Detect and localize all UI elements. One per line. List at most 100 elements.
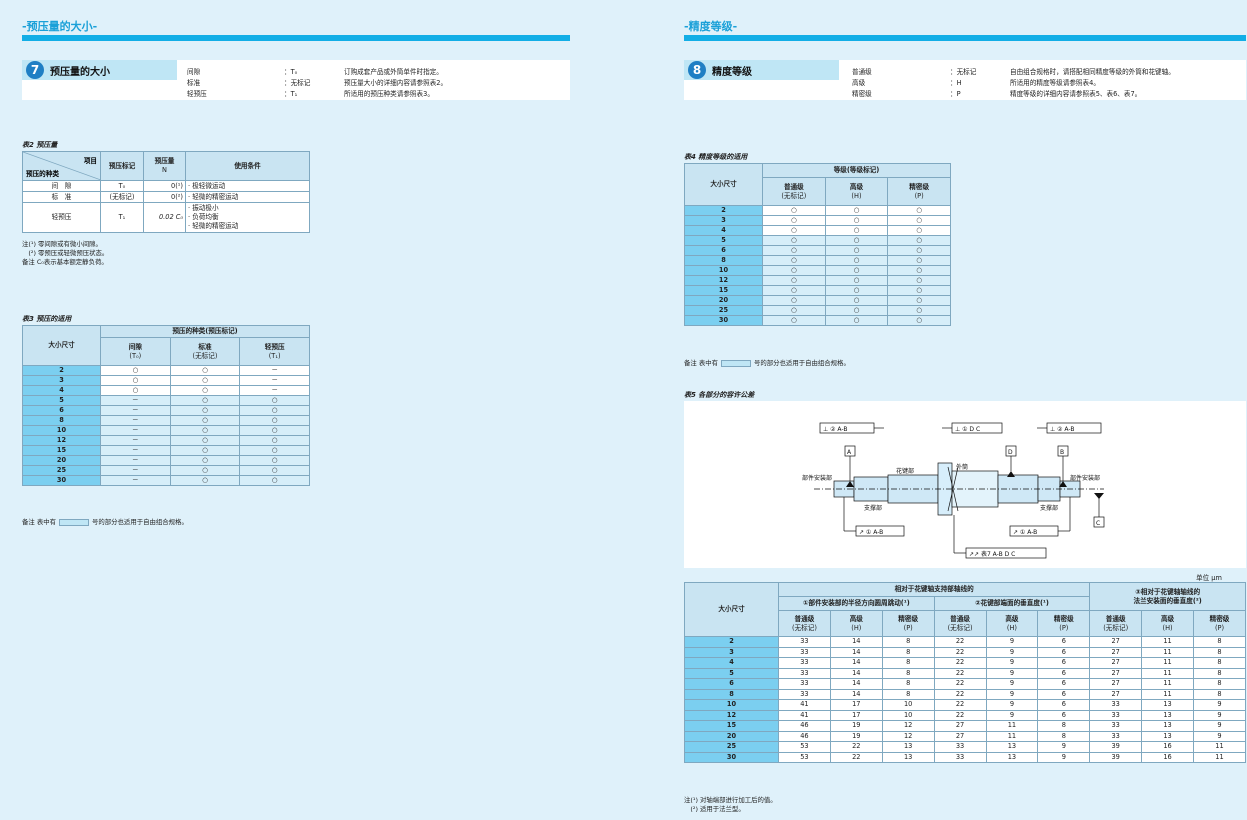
size-cell: 3 [684, 215, 763, 226]
cell: · 极轻微运动 [185, 180, 310, 192]
col-header: 间隙 (T₀) [100, 337, 171, 366]
size-cell: 6 [22, 405, 101, 416]
value-cell: ○ [887, 255, 951, 266]
value-cell: 11 [1141, 688, 1194, 700]
table4-note: 备注 表中有 号的部分也适用于自由组合规格。 [684, 359, 850, 367]
value-cell: 13 [1141, 720, 1194, 732]
value-cell: 39 [1089, 741, 1143, 753]
group-header: 等级(等级标记) [762, 163, 951, 178]
value-cell: 11 [1141, 657, 1194, 669]
label-mount-right: 部件安装部 [1070, 474, 1100, 482]
section-row-name: 标准 [187, 79, 201, 87]
table-row: 3 33 14 8 22 9 6 27 11 8 [684, 646, 1246, 658]
value-cell: － [100, 465, 171, 476]
value-cell: 14 [829, 646, 883, 658]
tolerance-diagram: ⊥ ② A-B ⊥ ① D C ⊥ ② A-B A D B C 部件安装部 部件… [684, 401, 1246, 568]
size-cell: 2 [684, 636, 779, 648]
size-cell: 10 [22, 425, 101, 436]
frame-left: ⊥ ② A-B [823, 426, 847, 433]
col-header: 标准 (无标记) [169, 337, 241, 366]
label-support-right: 支撑部 [1040, 504, 1058, 512]
value-cell: 22 [829, 751, 883, 763]
value-cell: 19 [829, 730, 883, 742]
value-cell: ○ [887, 305, 951, 316]
section-row-mark: ：无标记 [950, 68, 977, 76]
value-cell: ○ [239, 395, 310, 406]
value-cell: 9 [985, 667, 1039, 679]
section-row-text: 自由组合规格时，请搭配相同精度等级的外筒和花键轴。 [1010, 68, 1175, 76]
value-cell: ○ [762, 275, 826, 286]
legend-swatch [720, 359, 751, 367]
size-cell: 30 [684, 751, 779, 763]
value-cell: 8 [881, 667, 935, 679]
value-cell: 8 [881, 646, 935, 658]
size-cell: 4 [22, 385, 101, 396]
value-cell: ○ [824, 245, 889, 256]
value-cell: 22 [933, 699, 987, 711]
value-cell: 33 [1089, 699, 1143, 711]
value-cell: ○ [239, 435, 310, 446]
value-cell: 33 [778, 657, 831, 669]
grade-col-header: 高级 (H) [829, 610, 883, 637]
value-cell: 8 [881, 678, 935, 690]
label-outer: 外筒 [956, 463, 968, 471]
legend-swatch [58, 518, 89, 526]
value-cell: 33 [778, 688, 831, 700]
value-cell: ○ [169, 365, 241, 376]
value-cell: ○ [762, 205, 826, 216]
section-marks: ：无标记 ：H ：P [950, 67, 1005, 100]
datum-c: C [1096, 520, 1100, 527]
value-cell: ○ [169, 385, 241, 396]
value-cell: ○ [762, 215, 826, 226]
note-line: 注(¹) 对轴端部进行加工后的值。 [684, 796, 777, 804]
value-cell: 53 [778, 741, 831, 753]
value-cell: ○ [239, 475, 310, 486]
table-row: 12 － ○ ○ [22, 435, 310, 446]
value-cell: ○ [887, 225, 951, 236]
table-row: 15 － ○ ○ [22, 445, 310, 456]
runout-right: ↗ ① A-B [1013, 529, 1037, 536]
section-row-name: 普通级 [852, 68, 872, 76]
size-cell: 15 [22, 445, 101, 456]
grade-col-header: 精密级 (P) [1193, 610, 1246, 637]
value-cell: ○ [762, 245, 826, 256]
page-header: -精度等级- [684, 20, 738, 33]
value-cell: 11 [985, 720, 1039, 732]
value-cell: 8 [881, 657, 935, 669]
value-cell: 12 [881, 730, 935, 742]
value-cell: 9 [1193, 699, 1246, 711]
value-cell: 13 [1141, 699, 1194, 711]
cell: 0.02 C₀ [143, 202, 186, 233]
value-cell: 46 [778, 720, 831, 732]
grade-col-header: 高级 (H) [1141, 610, 1194, 637]
grade-col-header: 普通级 (无标记) [933, 610, 987, 637]
value-cell: 9 [1037, 751, 1091, 763]
size-cell: 20 [684, 730, 779, 742]
value-cell: 27 [1089, 636, 1143, 648]
value-cell: ○ [824, 225, 889, 236]
value-cell: 11 [1141, 646, 1194, 658]
runout-left: ↗ ① A-B [859, 529, 883, 536]
section-names: 普通级 高级 精密级 [852, 67, 942, 100]
value-cell: － [100, 395, 171, 406]
value-cell: 27 [933, 720, 987, 732]
value-cell: 22 [933, 678, 987, 690]
value-cell: 22 [933, 636, 987, 648]
size-header: 大小尺寸 [684, 163, 763, 206]
cell: 间 隙 [22, 180, 101, 192]
value-cell: 9 [1193, 720, 1246, 732]
value-cell: 27 [1089, 646, 1143, 658]
value-cell: ○ [887, 265, 951, 276]
value-cell: ○ [169, 445, 241, 456]
value-cell: ○ [824, 295, 889, 306]
value-cell: ○ [169, 475, 241, 486]
value-cell: ○ [887, 235, 951, 246]
value-cell: 14 [829, 678, 883, 690]
value-cell: 46 [778, 730, 831, 742]
value-cell: ○ [762, 305, 826, 316]
value-cell: ○ [100, 365, 171, 376]
table-row: 30 － ○ ○ [22, 475, 310, 486]
table5-notes: 注(¹) 对轴端部进行加工后的值。 (²) 适用于法兰型。 [684, 796, 777, 814]
value-cell: ○ [239, 415, 310, 426]
value-cell: 22 [933, 688, 987, 700]
